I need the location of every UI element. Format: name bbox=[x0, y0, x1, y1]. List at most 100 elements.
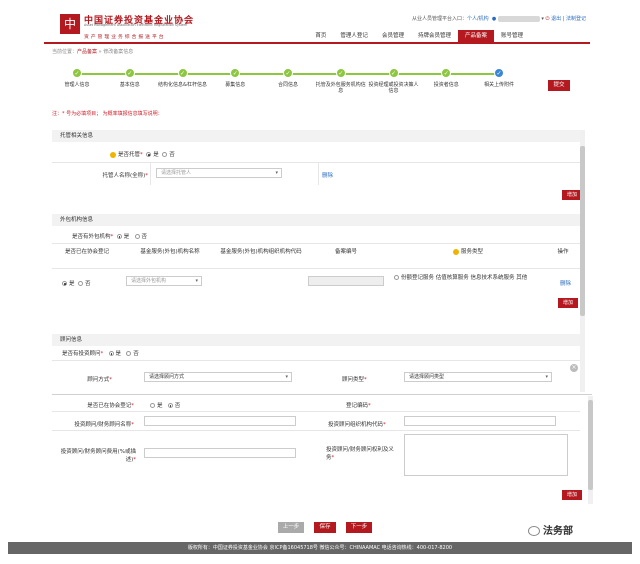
service-type-options[interactable]: 份额登记服务 估值核算服务 信息技术系统服务 其他 bbox=[394, 274, 544, 282]
panel-divider bbox=[52, 394, 592, 395]
outsource-add-button[interactable]: 增加 bbox=[558, 298, 578, 308]
outsource-yes-radio[interactable] bbox=[116, 234, 122, 239]
outsource-org-select[interactable]: 请选择外包机构 ▾ bbox=[126, 276, 202, 286]
os-reg-no-label: 否 bbox=[85, 281, 91, 287]
nav-item[interactable]: 会员管理 bbox=[375, 30, 411, 42]
nav-item[interactable]: 账号管理 bbox=[494, 30, 530, 42]
next-button[interactable]: 下一步 bbox=[346, 522, 372, 533]
step-item[interactable]: ✓ 合同信息 bbox=[263, 68, 313, 88]
row-divider bbox=[52, 162, 580, 163]
scrollbar-thumb[interactable] bbox=[580, 146, 585, 316]
chevron-down-icon: ▾ bbox=[285, 374, 288, 380]
breadcrumb-current: » 修改备案信息 bbox=[97, 49, 134, 55]
advisor-fee-input[interactable] bbox=[144, 448, 296, 458]
row-divider bbox=[52, 360, 580, 361]
custody-toggle-row: 是否托管* 是 否 bbox=[110, 150, 175, 158]
table-header-cell: 服务类型 bbox=[392, 248, 544, 256]
advisor-type-select[interactable]: 请选择顾问类型 ▾ bbox=[404, 372, 552, 382]
advisor-rights-label: 投资顾问/财务顾问权利及义务* bbox=[326, 447, 394, 461]
row-divider bbox=[52, 430, 580, 431]
nav-item[interactable]: 首页 bbox=[308, 30, 333, 42]
step-item[interactable]: ✓ 投资经理或投资决策人信息 bbox=[369, 68, 419, 94]
breadcrumb: 当前位置：产品备案 » 修改备案信息 bbox=[52, 48, 133, 55]
advisor-no-radio[interactable] bbox=[126, 351, 132, 356]
custody-delete-link[interactable]: 删除 bbox=[322, 171, 333, 179]
has-outsource-label: 是否有外包机构 bbox=[72, 234, 111, 240]
outsource-no-radio[interactable] bbox=[134, 234, 140, 239]
logo-icon: 中 bbox=[60, 14, 80, 34]
personal-link[interactable]: 个人 bbox=[467, 16, 477, 22]
step-label: 结构化信息&杠杆信息 bbox=[158, 82, 207, 88]
filing-number-input[interactable] bbox=[308, 276, 384, 286]
step-item[interactable]: ✓ 管理人信息 bbox=[52, 68, 102, 88]
check-icon: ✓ bbox=[441, 68, 452, 78]
svc-checkbox[interactable] bbox=[394, 275, 399, 280]
header-divider bbox=[44, 42, 590, 44]
advisor-method-select[interactable]: 请选择顾问方式 ▾ bbox=[144, 372, 292, 382]
reg-no-label: 登记编码* bbox=[346, 403, 371, 409]
advisor-method-label: 顾问方式* bbox=[87, 377, 112, 383]
nav-item[interactable]: 持牌会员管理 bbox=[411, 30, 458, 42]
info-icon bbox=[110, 151, 116, 158]
advisor-org-code-input[interactable] bbox=[404, 416, 556, 426]
advisor-name-input[interactable] bbox=[144, 416, 296, 426]
os-reg-no-radio[interactable] bbox=[78, 281, 84, 286]
custody-yes-label: 是 bbox=[153, 152, 159, 158]
step-item[interactable]: ✓ 托管及外包服务机构信息 bbox=[316, 68, 366, 94]
has-advisor-label: 是否有投资顾问 bbox=[62, 351, 101, 357]
custody-title: 托管相关信息 bbox=[52, 130, 580, 142]
site-header: 中 中国证券投资基金业协会 Asset Management Associati… bbox=[44, 10, 590, 44]
table-header-cell: 基金服务(外包)机构名称 bbox=[140, 249, 200, 255]
outsource-yes-label: 是 bbox=[123, 234, 130, 240]
table-header-cell: 基金服务(外包)机构组织机构代码 bbox=[220, 249, 302, 255]
col-divider bbox=[150, 163, 151, 185]
custody-add-button[interactable]: 增加 bbox=[562, 190, 582, 200]
row-divider bbox=[52, 243, 580, 244]
outsource-delete-link[interactable]: 删除 bbox=[560, 279, 571, 287]
outsource-title: 外包机构信息 bbox=[52, 214, 580, 226]
close-icon[interactable]: × bbox=[570, 364, 578, 372]
save-button[interactable]: 保存 bbox=[314, 522, 336, 533]
custody-no-radio[interactable] bbox=[162, 152, 168, 157]
adv-reg-no-radio[interactable] bbox=[167, 403, 173, 408]
custodian-select[interactable]: 请选择托管人 ▾ bbox=[156, 168, 282, 178]
org-link[interactable]: 机构 bbox=[479, 16, 489, 22]
step-item[interactable]: ✓ 投资者信息 bbox=[421, 68, 471, 88]
prev-button[interactable]: 上一步 bbox=[278, 522, 304, 533]
chevron-down-icon[interactable]: ▾ bbox=[541, 16, 544, 22]
progress-steps: ✓ 管理人信息 ✓ 基本信息 ✓ 结构化信息&杠杆信息 ✓ 募集信息 ✓ 合同信息 ✓ 托管及外包服务… bbox=[52, 64, 522, 104]
nav-item[interactable]: 管理人登记 bbox=[333, 30, 375, 42]
step-item[interactable]: ✓ 募集信息 bbox=[210, 68, 260, 88]
adv-reg-yes-radio[interactable] bbox=[150, 403, 155, 408]
check-icon: ✓ bbox=[72, 68, 82, 78]
advisor-rights-textarea[interactable] bbox=[404, 434, 568, 476]
check-icon: ✓ bbox=[335, 68, 346, 78]
step-item[interactable]: ✓ 基本信息 bbox=[105, 68, 155, 88]
check-icon: ✓ bbox=[177, 68, 188, 78]
logout-link[interactable]: 退出 bbox=[551, 16, 561, 22]
outsource-no-label: 否 bbox=[141, 234, 148, 240]
legal-registration-link[interactable]: 法制登记 bbox=[566, 16, 586, 22]
required-note: 注：* 号为必填项目； 为概率填报信息填写说明： bbox=[52, 111, 163, 117]
step-label: 相关上传附件 bbox=[483, 82, 514, 88]
breadcrumb-product-filing[interactable]: 产品备案 bbox=[77, 49, 97, 55]
step-item[interactable]: ✓ 结构化信息&杠杆信息 bbox=[158, 68, 208, 88]
step-item[interactable]: ✓ 相关上传附件 bbox=[474, 68, 524, 88]
os-reg-yes-label: 是 bbox=[69, 281, 75, 287]
breadcrumb-prefix: 当前位置： bbox=[52, 49, 78, 55]
advisor-add-button[interactable]: 增加 bbox=[562, 490, 582, 500]
scrollbar-thumb[interactable] bbox=[588, 400, 593, 490]
main-nav: 首页 管理人登记 会员管理 持牌会员管理 产品备案 账号管理 bbox=[308, 30, 530, 42]
nav-item[interactable]: 产品备案 bbox=[457, 30, 494, 42]
power-icon[interactable]: ⏻ bbox=[546, 16, 550, 22]
submit-button[interactable]: 提交 bbox=[548, 80, 570, 91]
custody-yes-radio[interactable] bbox=[146, 152, 152, 157]
step-label: 合同信息 bbox=[277, 82, 298, 88]
table-header-cell: 操作 bbox=[557, 249, 569, 255]
advisor-yes-radio[interactable] bbox=[108, 351, 114, 356]
is-custody-label: 是否托管 bbox=[118, 152, 141, 158]
check-icon: ✓ bbox=[124, 68, 135, 78]
os-reg-yes-radio[interactable] bbox=[62, 281, 67, 286]
advisor-yes-label: 是 bbox=[115, 351, 122, 357]
chevron-down-icon: ▾ bbox=[545, 374, 548, 380]
